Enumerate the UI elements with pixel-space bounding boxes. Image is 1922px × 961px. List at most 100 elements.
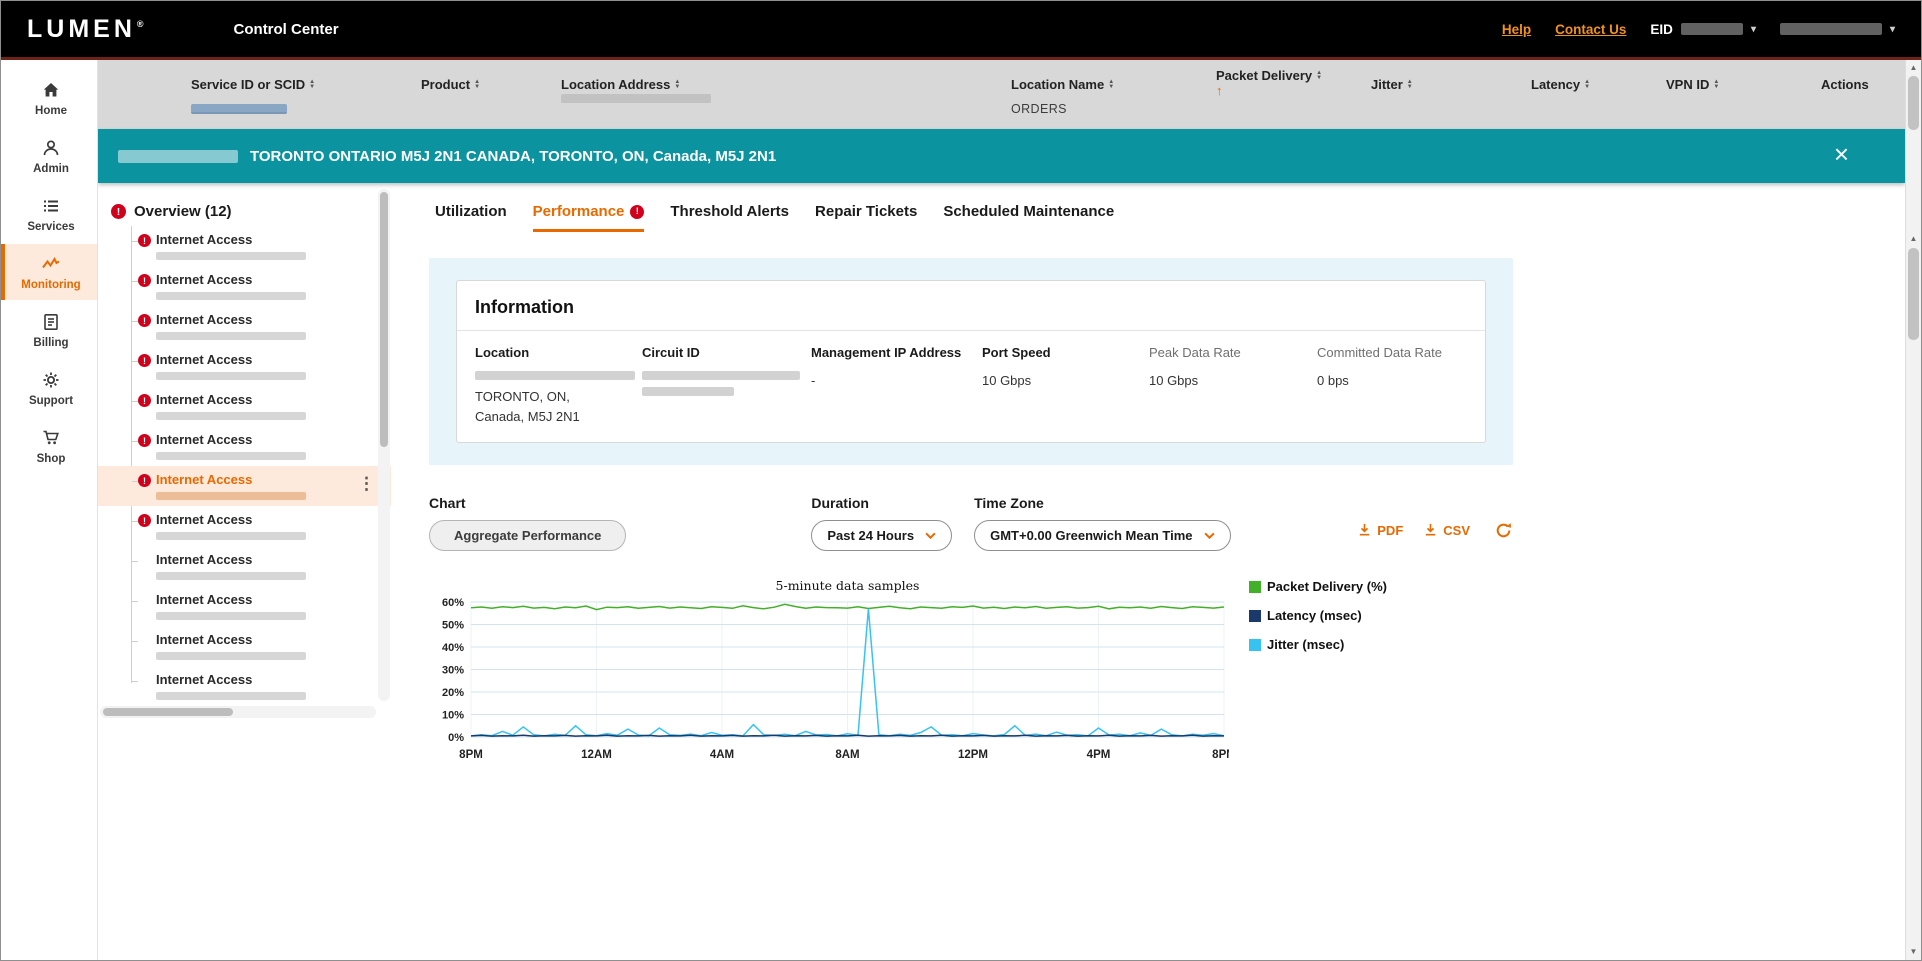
tab-threshold-alerts[interactable]: Threshold Alerts: [670, 203, 789, 232]
eid-selector[interactable]: EID ▾: [1650, 22, 1756, 37]
refresh-icon[interactable]: [1494, 521, 1513, 540]
scrollbar-thumb[interactable]: [380, 192, 388, 447]
tree-item-internet-access[interactable]: ! Internet Access: [98, 426, 391, 466]
divider: [457, 330, 1485, 331]
tree-item-internet-access[interactable]: Internet Access: [98, 666, 391, 706]
tree-item-internet-access[interactable]: ! Internet Access: [98, 386, 391, 426]
service-id-link-redacted[interactable]: [191, 104, 287, 114]
tree-item-label: Internet Access: [156, 592, 253, 607]
field-value-location: TORONTO, ON, Canada, M5J 2N1: [475, 371, 642, 426]
tree-item-internet-access[interactable]: Internet Access: [98, 626, 391, 666]
scrollbar-thumb[interactable]: [1908, 76, 1919, 130]
tree-item-internet-access[interactable]: ! Internet Access: [98, 226, 391, 266]
sort-icon[interactable]: ▲ ▼: [1713, 79, 1719, 90]
download-pdf-button[interactable]: PDF: [1357, 522, 1403, 540]
field-value-peak-data-rate: 10 Gbps: [1149, 373, 1199, 388]
field-value-committed-data-rate: 0 bps: [1317, 373, 1349, 388]
column-header-latency[interactable]: Latency ▲ ▼: [1531, 77, 1590, 92]
scroll-down-icon[interactable]: ▼: [1906, 947, 1921, 956]
window-scrollbar[interactable]: ▲ ▲ ▼: [1905, 60, 1921, 960]
lumen-logo[interactable]: LUMEN®: [27, 15, 144, 44]
detail-content: Utilization Performance! Threshold Alerts R…: [391, 183, 1905, 960]
tree-item-id-redacted: [156, 572, 306, 580]
tab-performance[interactable]: Performance!: [532, 203, 645, 232]
sidebar-item-label: Shop: [36, 453, 66, 465]
contact-us-link[interactable]: Contact Us: [1555, 22, 1626, 37]
sidebar-item-shop[interactable]: Shop: [1, 418, 97, 474]
close-icon[interactable]: ×: [1834, 139, 1849, 169]
location-address-redacted: [561, 94, 711, 103]
detail-tabs: Utilization Performance! Threshold Alerts R…: [391, 183, 1905, 232]
column-header-service-id-or-scid[interactable]: Service ID or SCID ▲ ▼: [191, 77, 315, 92]
sidebar-item-home[interactable]: Home: [1, 70, 97, 126]
sort-icon[interactable]: ▲ ▼: [1316, 70, 1322, 81]
column-header-actions: Actions: [1821, 77, 1869, 92]
top-header: LUMEN® Control Center Help Contact Us EI…: [1, 1, 1921, 57]
tab-utilization[interactable]: Utilization: [435, 203, 507, 232]
tree-item-internet-access[interactable]: ! Internet Access ⋮: [98, 466, 391, 506]
sidebar-item-support[interactable]: Support: [1, 360, 97, 416]
location-banner: TORONTO ONTARIO M5J 2N1 CANADA, TORONTO,…: [98, 129, 1905, 183]
download-icon: [1357, 522, 1372, 540]
alert-icon: !: [138, 474, 151, 487]
tree-item-id-redacted: [156, 332, 306, 340]
timezone-dropdown[interactable]: GMT+0.00 Greenwich Mean Time: [974, 520, 1231, 551]
duration-dropdown[interactable]: Past 24 Hours: [811, 520, 953, 551]
field-label-port-speed: Port Speed: [982, 345, 1051, 360]
field-label-circuit-id: Circuit ID: [642, 345, 700, 360]
sort-icon[interactable]: ▲ ▼: [674, 79, 680, 90]
sort-icon[interactable]: ▲ ▼: [1108, 79, 1114, 90]
svg-text:4AM: 4AM: [710, 749, 734, 761]
column-header-product[interactable]: Product ▲ ▼: [421, 77, 480, 92]
main-sidebar: Home Admin Services Monitoring Billing Suppor…: [1, 60, 98, 960]
timezone-label: Time Zone: [974, 495, 1044, 511]
service-detail-panel: ! Overview (12) ! Internet Access! Interne…: [98, 183, 1905, 960]
sidebar-item-services[interactable]: Services: [1, 186, 97, 242]
export-actions: PDF CSV: [1357, 521, 1513, 540]
tree-item-internet-access[interactable]: ! Internet Access: [98, 346, 391, 386]
sidebar-item-admin[interactable]: Admin: [1, 128, 97, 184]
tree-horizontal-scrollbar[interactable]: [100, 706, 376, 718]
column-header-vpn-id[interactable]: VPN ID ▲ ▼: [1666, 77, 1719, 92]
download-csv-button[interactable]: CSV: [1423, 522, 1470, 540]
tree-item-id-redacted: [156, 252, 306, 260]
kebab-menu-icon[interactable]: ⋮: [358, 474, 375, 494]
tree-item-label: Internet Access: [156, 432, 253, 447]
legend-item-latency-msec-: Latency (msec): [1249, 608, 1387, 623]
scrollbar-thumb[interactable]: [103, 708, 233, 716]
scroll-up-icon[interactable]: ▲: [1906, 63, 1921, 72]
alert-icon: !: [630, 204, 645, 219]
sidebar-item-billing[interactable]: Billing: [1, 302, 97, 358]
field-label-committed-data-rate: Committed Data Rate: [1317, 345, 1442, 360]
tree-item-internet-access[interactable]: ! Internet Access: [98, 506, 391, 546]
banner-location-text: TORONTO ONTARIO M5J 2N1 CANADA, TORONTO,…: [250, 147, 777, 165]
tree-item-internet-access[interactable]: ! Internet Access: [98, 266, 391, 306]
tree-item-id-redacted: [156, 372, 306, 380]
column-header-packet-delivery[interactable]: Packet Delivery ▲ ▼ ↑: [1216, 68, 1322, 97]
information-fields: Location Circuit ID Management IP Address P…: [475, 345, 1467, 426]
account-selector[interactable]: ▾: [1779, 23, 1895, 35]
column-header-location-name[interactable]: Location Name ▲ ▼: [1011, 77, 1114, 92]
scrollbar-thumb[interactable]: [1908, 248, 1919, 340]
tree-item-internet-access[interactable]: ! Internet Access: [98, 306, 391, 346]
tree-item-id-redacted: [156, 292, 306, 300]
svg-text:8PM: 8PM: [1212, 749, 1229, 761]
tree-vertical-scrollbar[interactable]: [378, 189, 390, 701]
tab-scheduled-maintenance[interactable]: Scheduled Maintenance: [943, 203, 1114, 232]
sort-icon[interactable]: ▲ ▼: [1584, 79, 1590, 90]
sidebar-item-monitoring[interactable]: Monitoring: [1, 244, 97, 300]
sidebar-item-label: Services: [27, 221, 75, 233]
alert-icon: !: [138, 274, 151, 287]
eid-value-redacted: [1680, 23, 1743, 35]
sort-icon[interactable]: ▲ ▼: [1407, 79, 1413, 90]
scroll-up-icon[interactable]: ▲: [1906, 234, 1921, 243]
tree-item-internet-access[interactable]: Internet Access: [98, 546, 391, 586]
tab-repair-tickets[interactable]: Repair Tickets: [815, 203, 917, 232]
column-header-jitter[interactable]: Jitter ▲ ▼: [1371, 77, 1413, 92]
column-header-location-address[interactable]: Location Address ▲ ▼: [561, 77, 680, 92]
help-link[interactable]: Help: [1502, 22, 1531, 37]
sort-icon[interactable]: ▲ ▼: [474, 79, 480, 90]
sort-icon[interactable]: ▲ ▼: [309, 79, 315, 90]
aggregate-performance-button[interactable]: Aggregate Performance: [429, 520, 627, 551]
tree-item-internet-access[interactable]: Internet Access: [98, 586, 391, 626]
